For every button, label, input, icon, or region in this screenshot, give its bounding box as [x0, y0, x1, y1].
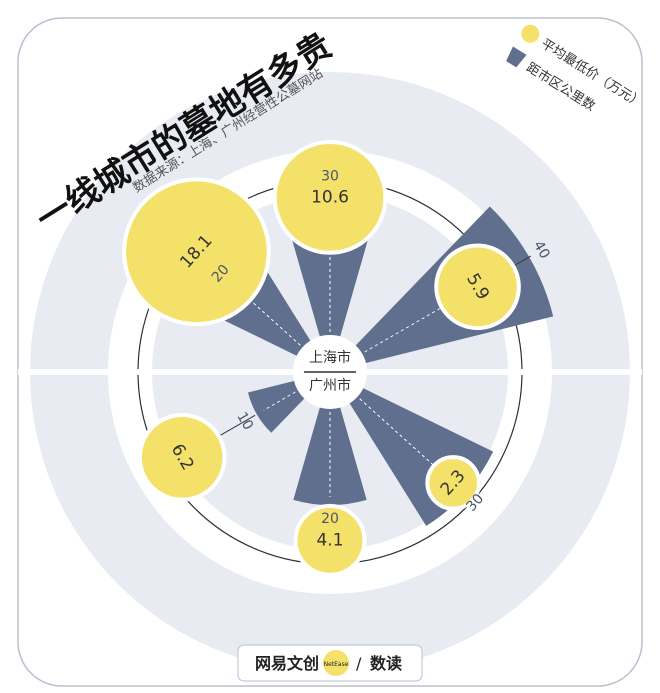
brand-badge-text: NetEase: [324, 661, 349, 668]
price-label-1-1: 4.1: [316, 530, 343, 550]
distance-label-0-1: 30: [321, 169, 339, 185]
center-top-city: 上海市: [309, 349, 351, 366]
polar-chart: 2018.13010.6405.9302.3204.1106.2上海市广州市一线…: [17, 17, 645, 687]
brand-right: 数读: [370, 654, 402, 673]
brand-left: 网易文创: [255, 654, 319, 673]
infographic: 20 18.1 30 10.6 40 5.9 30 2.3 20 4.1 10 6.2 上海市 广州市 一线…: [0, 0, 660, 693]
brand-separator: /: [356, 654, 362, 673]
price-label-0-1: 10.6: [311, 187, 349, 207]
center-bottom-city: 广州市: [309, 377, 351, 394]
distance-label-1-1: 20: [321, 511, 339, 527]
